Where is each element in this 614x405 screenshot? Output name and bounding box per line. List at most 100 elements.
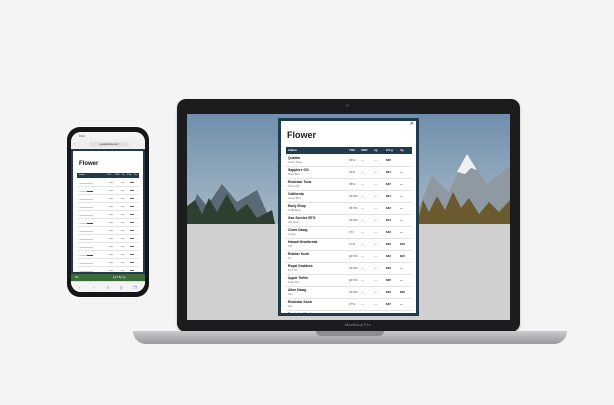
cell-g1: — — [374, 302, 377, 306]
cell-thc: 16% — [349, 158, 356, 162]
menu-row[interactable]: Hawaii Heartbreak KM 17% — — $32 $45 — [286, 239, 412, 251]
cell-cbd: — — [361, 278, 364, 282]
column-header-cbd: CBD — [361, 148, 368, 152]
phone-menu-page: Flower Indica THC CBD 1g 3.5g 7g — [71, 149, 145, 291]
strain-name: Rockstar Kush — [288, 312, 312, 316]
close-icon[interactable]: ✕ — [410, 122, 414, 127]
phone-menu-row[interactable] — [77, 227, 139, 235]
cell-g35: $40 — [386, 206, 392, 210]
strain-brand: Bud OG — [288, 268, 298, 272]
phone-row-mark — [79, 238, 93, 240]
phone-menu-row[interactable] — [77, 179, 139, 187]
phone-row-mark — [121, 237, 124, 239]
forward-arrow-icon[interactable]: › — [93, 285, 94, 290]
phone-row-mark — [130, 205, 134, 207]
menu-row[interactable]: Royal Goddess Bud OG 20.5% — — $32— — [286, 263, 412, 275]
phone-menu-row[interactable] — [77, 211, 139, 219]
share-icon[interactable]: ⇪ — [106, 285, 109, 290]
strain-name: Quattro — [288, 156, 301, 160]
cell-g35: $37 — [386, 170, 392, 174]
menu-row[interactable]: Rockstar Tuna Pink Gold 18% — — $37 — — [286, 179, 412, 191]
menu-row[interactable]: California Green Bud 20.5% — — $37— — [286, 191, 412, 203]
phone-row-mark — [130, 213, 134, 215]
cell-g35: $32 — [386, 266, 392, 270]
cell-cbd: — — [361, 314, 364, 316]
column-header-thc: THC — [349, 148, 356, 152]
mockup-scene: ✕ Flower Indica THC CBD 1g 3.5 g 7g Quat… — [0, 0, 614, 405]
phone-row-mark — [109, 269, 113, 271]
cell-g1: — — [374, 182, 377, 186]
strain-brand: Rosé Bud — [288, 172, 300, 176]
flower-menu-panel: ✕ Flower Indica THC CBD 1g 3.5 g 7g Quat… — [278, 118, 419, 316]
bookmarks-icon[interactable]: ▯ — [120, 285, 122, 290]
menu-row[interactable]: Apple Toffee Snap Pax 20.5% — — $35— — [286, 275, 412, 287]
laptop-brand-label: MacBook Pro — [344, 322, 372, 327]
phone-cart-footer[interactable]: Flo 1g 3.5g 7g — [71, 274, 145, 281]
strain-brand: OG Rosé — [288, 220, 299, 224]
cell-thc: 20.5% — [349, 218, 358, 222]
strain-name: Hawaii Heartbreak — [288, 240, 318, 244]
strain-name: Sapphire OG — [288, 168, 309, 172]
phone-row-mark — [121, 181, 124, 183]
phone-menu-row[interactable] — [77, 251, 139, 259]
phone-menu-row[interactable] — [77, 195, 139, 203]
phone-row-mark — [130, 269, 134, 271]
phone-screen: 9:41 ‹ useabsolute.com Flower Indica THC… — [71, 132, 145, 292]
strain-name: Royal Goddess — [288, 264, 313, 268]
back-arrow-icon[interactable]: ‹ — [79, 285, 80, 290]
menu-row[interactable]: Early Shop KOBI Rosé 18.5% — — $40— — [286, 203, 412, 215]
cell-cbd: — — [361, 182, 364, 186]
cell-cbd: — — [361, 290, 364, 294]
phone-row-mark — [109, 261, 113, 263]
phone-row-mark — [121, 205, 124, 207]
phone-menu-row[interactable] — [77, 235, 139, 243]
menu-row[interactable]: Rockstar KushBaked19%——$32$55 — [286, 311, 412, 316]
phone-row-mark — [79, 182, 93, 184]
strain-brand: Pax — [288, 292, 293, 296]
menu-row[interactable]: Alien Dawg Pax 20.5% — — $32 $55 — [286, 287, 412, 299]
phone-menu-row[interactable] — [77, 203, 139, 211]
phone-row-mark — [121, 253, 124, 255]
strain-name: Early Shop — [288, 204, 306, 208]
menu-row[interactable]: Rockstar Kush Pax 17% — — $37 — — [286, 299, 412, 311]
phone-row-mark — [121, 213, 124, 215]
strain-brand: Green Bud — [288, 196, 301, 200]
menu-row[interactable]: Quattro Green Meat 16% — — $35 — [286, 155, 412, 167]
phone-menu-row[interactable] — [77, 187, 139, 195]
phone-row-mark — [121, 221, 124, 223]
phone-row-mark — [130, 189, 134, 191]
cell-thc: 20.5% — [349, 290, 358, 294]
url-field[interactable]: useabsolute.com — [89, 142, 129, 147]
tabs-icon[interactable]: ❐ — [133, 285, 137, 290]
phone-row-mark — [79, 246, 93, 248]
cell-cbd: — — [361, 254, 364, 258]
column-header-indica: Indica — [288, 148, 297, 152]
cell-thc: 18% — [349, 182, 356, 186]
phone-row-mark — [109, 181, 113, 183]
menu-row[interactable]: Chem Dawg Tangie 7% — — $33 — — [286, 227, 412, 239]
cell-thc: 15% — [349, 170, 356, 174]
phone-menu-row[interactable] — [77, 219, 139, 227]
back-icon[interactable]: ‹ — [74, 141, 75, 146]
menu-row[interactable]: Rubber Kush Air 20.5% — — $32 $45 — [286, 251, 412, 263]
phone-row-mark — [130, 245, 134, 247]
cell-g35: $35 — [386, 158, 392, 162]
strain-name: Rockstar Kush — [288, 300, 312, 304]
strain-brand: Green Meat — [288, 160, 302, 164]
phone-col-3-5g: 3.5g — [127, 174, 132, 176]
status-time: 9:41 — [79, 134, 85, 138]
laptop-base — [133, 331, 567, 344]
menu-row[interactable]: Sapphire OG Rosé Bud 15% — — $37 — — [286, 167, 412, 179]
menu-row[interactable]: Gas Service BTG OG Rosé 20.5% — — $44— — [286, 215, 412, 227]
phone-footer-right: 1g 3.5g 7g — [113, 276, 126, 279]
phone-menu-row[interactable] — [77, 259, 139, 267]
phone-row-mark — [109, 253, 113, 255]
cell-thc: 20.5% — [349, 278, 358, 282]
cell-thc: 20.5% — [349, 194, 358, 198]
cell-g1: — — [374, 218, 377, 222]
cell-cbd: — — [361, 266, 364, 270]
cell-g35: $44 — [386, 218, 392, 222]
phone-menu-row[interactable] — [77, 243, 139, 251]
phone-row-mark — [121, 229, 124, 231]
strain-brand: Tangie — [288, 232, 296, 236]
